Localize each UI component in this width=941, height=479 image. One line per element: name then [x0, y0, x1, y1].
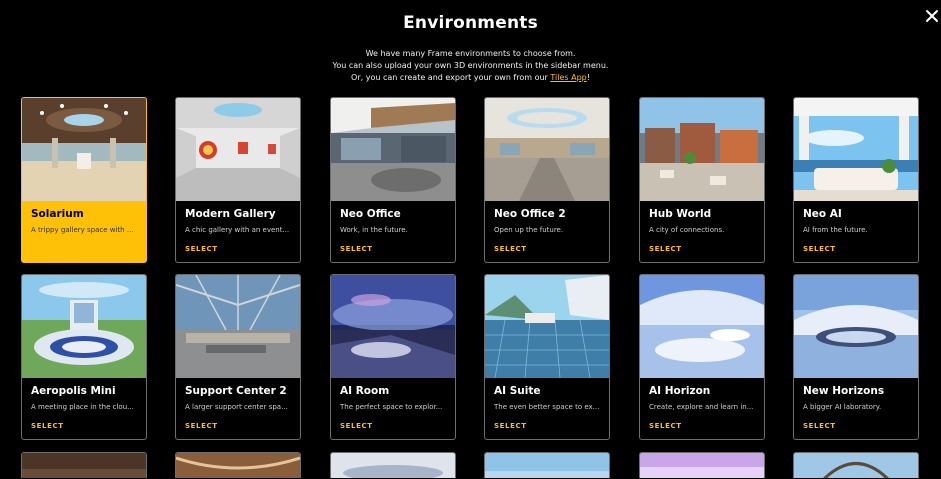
environment-thumbnail: [176, 275, 300, 378]
environment-thumbnail: [22, 98, 146, 201]
environment-description: The perfect space to explor...: [340, 403, 443, 411]
select-button[interactable]: SELECT: [649, 245, 682, 253]
intro-line-1: We have many Frame environments to choos…: [365, 49, 576, 58]
environment-description: A city of connections.: [649, 226, 725, 234]
environment-card-neo-office[interactable]: Neo Office Work, in the future. SELECT: [330, 97, 456, 263]
select-button[interactable]: SELECT: [340, 422, 373, 430]
intro-line-3-suffix: !: [586, 73, 590, 82]
environment-thumbnail: [485, 275, 609, 378]
environment-thumbnail: [640, 275, 764, 378]
environment-thumbnail: [331, 275, 455, 378]
environment-description: Create, explore and learn in...: [649, 403, 754, 411]
environment-thumbnail: [22, 453, 146, 478]
environment-thumbnail: [485, 98, 609, 201]
environment-description: AI from the future.: [803, 226, 868, 234]
environment-card-neo-ai[interactable]: Neo AI AI from the future. SELECT: [793, 97, 919, 263]
select-button[interactable]: SELECT: [340, 245, 373, 253]
environment-name: Neo Office 2: [494, 208, 566, 220]
environment-card-partial[interactable]: [21, 452, 147, 478]
intro-line-2: You can also upload your own 3D environm…: [332, 61, 609, 70]
environment-description: A meeting place in the clou...: [31, 403, 134, 411]
environment-description: Open up the future.: [494, 226, 564, 234]
environment-card-ai-horizon[interactable]: AI Horizon Create, explore and learn in.…: [639, 274, 765, 440]
environment-thumbnail: [176, 453, 300, 478]
environment-card-new-horizons[interactable]: New Horizons A bigger AI laboratory. SEL…: [793, 274, 919, 440]
intro-text: We have many Frame environments to choos…: [0, 48, 941, 84]
environment-description: A bigger AI laboratory.: [803, 403, 882, 411]
environment-thumbnail: [331, 98, 455, 201]
select-button[interactable]: SELECT: [803, 245, 836, 253]
environment-thumbnail: [794, 453, 918, 478]
environment-card-ai-room[interactable]: AI Room The perfect space to explor... S…: [330, 274, 456, 440]
environment-thumbnail: [176, 98, 300, 201]
environment-name: Neo AI: [803, 208, 842, 220]
environment-card-modern-gallery[interactable]: Modern Gallery A chic gallery with an ev…: [175, 97, 301, 263]
select-button[interactable]: SELECT: [31, 422, 64, 430]
environment-card-partial[interactable]: [175, 452, 301, 478]
environment-card-hub-world[interactable]: Hub World A city of connections. SELECT: [639, 97, 765, 263]
select-button[interactable]: SELECT: [185, 422, 218, 430]
environment-description: The even better space to ex...: [494, 403, 600, 411]
intro-line-3-prefix: Or, you can create and export your own f…: [351, 73, 551, 82]
page-title: Environments: [403, 13, 538, 33]
environment-name: Solarium: [31, 208, 84, 220]
environment-card-partial[interactable]: [330, 452, 456, 478]
environment-thumbnail: [640, 98, 764, 201]
intro-line-3: Or, you can create and export your own f…: [0, 72, 941, 84]
environment-thumbnail: [640, 453, 764, 478]
select-button[interactable]: SELECT: [185, 245, 218, 253]
environment-name: New Horizons: [803, 385, 885, 397]
environment-card-partial[interactable]: [484, 452, 610, 478]
environment-name: AI Suite: [494, 385, 541, 397]
select-button[interactable]: SELECT: [494, 422, 527, 430]
environment-thumbnail: [794, 275, 918, 378]
environment-name: Support Center 2: [185, 385, 287, 397]
environment-thumbnail: [331, 453, 455, 478]
environment-card-partial[interactable]: [639, 452, 765, 478]
environment-thumbnail: [794, 98, 918, 201]
environment-card-aeropolis-mini[interactable]: Aeropolis Mini A meeting place in the cl…: [21, 274, 147, 440]
environment-name: AI Horizon: [649, 385, 711, 397]
environment-name: Neo Office: [340, 208, 401, 220]
select-button[interactable]: SELECT: [494, 245, 527, 253]
select-button[interactable]: SELECT: [803, 422, 836, 430]
select-button[interactable]: SELECT: [649, 422, 682, 430]
environment-card-solarium[interactable]: Solarium A trippy gallery space with ...: [21, 97, 147, 263]
tiles-app-link[interactable]: Tiles App: [550, 73, 586, 82]
environment-name: AI Room: [340, 385, 390, 397]
close-icon: [926, 10, 938, 22]
environment-name: Hub World: [649, 208, 712, 220]
environment-description: Work, in the future.: [340, 226, 408, 234]
environment-card-neo-office-2[interactable]: Neo Office 2 Open up the future. SELECT: [484, 97, 610, 263]
environment-thumbnail: [485, 453, 609, 478]
close-button[interactable]: [925, 9, 939, 23]
environment-description: A chic gallery with an event...: [185, 226, 290, 234]
environment-name: Aeropolis Mini: [31, 385, 116, 397]
environment-card-support-center-2[interactable]: Support Center 2 A larger support center…: [175, 274, 301, 440]
environment-card-ai-suite[interactable]: AI Suite The even better space to ex... …: [484, 274, 610, 440]
environment-card-partial[interactable]: [793, 452, 919, 478]
environment-description: A trippy gallery space with ...: [31, 226, 134, 234]
environment-description: A larger support center spa...: [185, 403, 288, 411]
environment-thumbnail: [22, 275, 146, 378]
environment-name: Modern Gallery: [185, 208, 276, 220]
